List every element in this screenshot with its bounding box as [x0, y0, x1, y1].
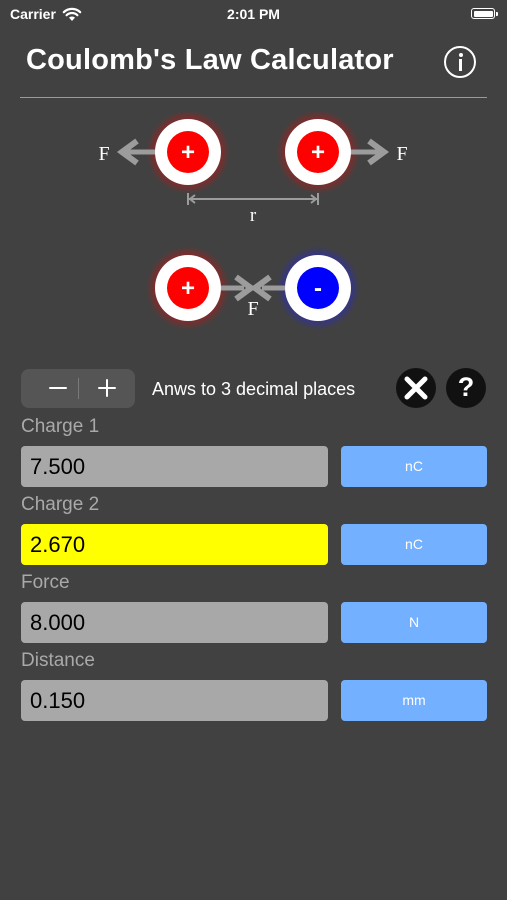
force-label-right: F	[396, 143, 407, 165]
distance-marker	[187, 193, 319, 205]
attract-diagram: + - F	[146, 246, 360, 330]
distance-label: r	[250, 205, 257, 226]
close-icon	[404, 376, 428, 400]
decimal-stepper[interactable]	[21, 369, 135, 408]
info-icon[interactable]	[444, 46, 476, 78]
force-unit-button[interactable]: N	[341, 602, 487, 643]
charge1-input[interactable]	[21, 446, 328, 487]
clear-button[interactable]	[396, 368, 436, 408]
force-label: F	[247, 298, 258, 320]
negative-charge-icon: -	[285, 255, 351, 321]
clock: 2:01 PM	[227, 6, 280, 22]
charge1-label: Charge 1	[21, 416, 100, 437]
coulomb-diagram: F F + + r + - F	[98, 110, 408, 330]
distance-unit-button[interactable]: mm	[341, 680, 487, 721]
positive-charge-icon: +	[285, 119, 351, 185]
charge-sign: +	[181, 275, 195, 302]
charge-sign: -	[314, 275, 322, 302]
charge2-unit-button[interactable]: nC	[341, 524, 487, 565]
distance-input[interactable]	[21, 680, 328, 721]
positive-charge-icon: +	[155, 255, 221, 321]
decimal-places-label: Anws to 3 decimal places	[152, 379, 356, 399]
distance-field-label: Distance	[21, 650, 95, 671]
force-label-left: F	[98, 143, 109, 165]
force-label: Force	[21, 572, 70, 593]
plus-icon	[106, 379, 108, 397]
increment-button[interactable]	[78, 369, 135, 408]
repel-diagram: F F + + r	[98, 110, 408, 226]
charge2-label: Charge 2	[21, 494, 100, 515]
battery-icon	[471, 8, 498, 19]
decrement-button[interactable]	[21, 369, 78, 408]
charge-sign: +	[311, 139, 325, 166]
status-bar: Carrier 2:01 PM	[0, 0, 507, 28]
minus-icon	[49, 387, 67, 389]
charge1-unit-button[interactable]: nC	[341, 446, 487, 487]
header-divider	[20, 97, 487, 98]
page-title: Coulomb's Law Calculator	[26, 44, 394, 76]
positive-charge-icon: +	[155, 119, 221, 185]
question-icon: ?	[457, 372, 475, 402]
charge2-input[interactable]	[21, 524, 328, 565]
charge-sign: +	[181, 139, 195, 166]
force-input[interactable]	[21, 602, 328, 643]
help-button[interactable]: ?	[446, 368, 486, 408]
